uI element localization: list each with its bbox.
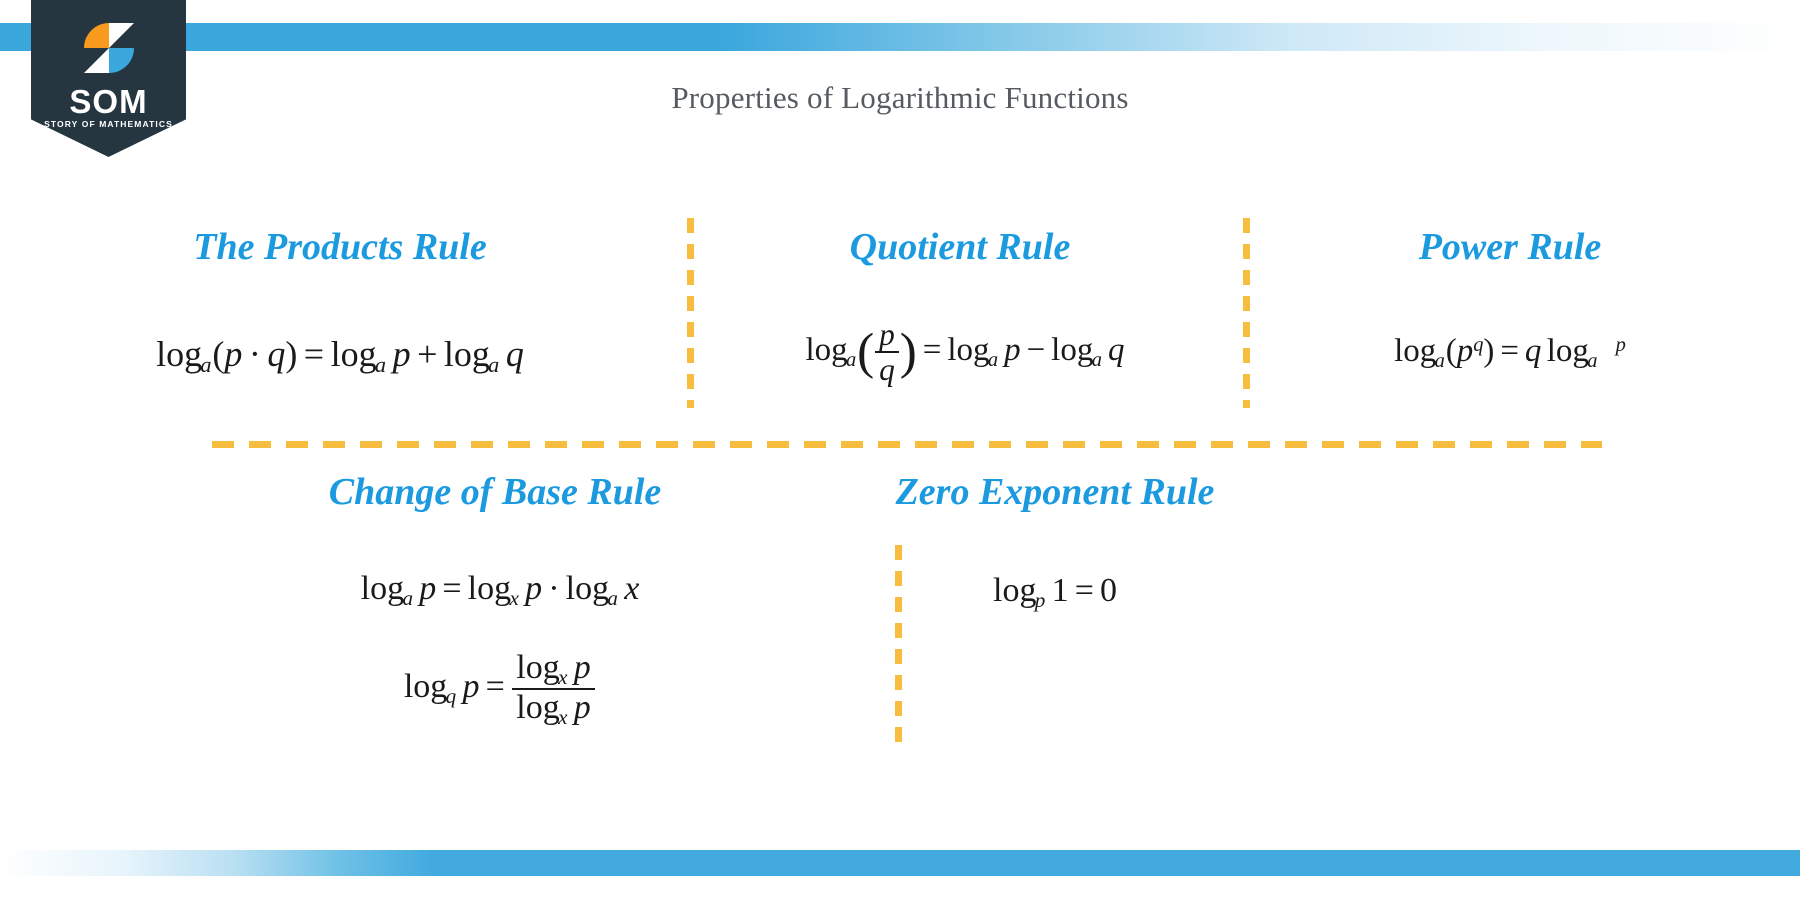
log-token: log xyxy=(1546,333,1589,369)
equals-operator: = xyxy=(303,334,325,374)
log-base: a xyxy=(200,352,212,378)
log-token: log xyxy=(565,570,610,607)
log-token: log xyxy=(805,331,848,368)
plus-operator: + xyxy=(417,334,438,374)
fraction-p-over-q: pq xyxy=(875,317,899,386)
paren-close: ) xyxy=(285,334,298,374)
equals-operator: = xyxy=(442,570,462,607)
log-base: x xyxy=(509,585,519,610)
log-base: a xyxy=(1091,348,1102,371)
power-rule-formula: loga(pq) = q logap xyxy=(1255,333,1765,373)
bottom-accent-bar xyxy=(0,850,1800,876)
log-base: q xyxy=(445,683,457,708)
log-base: a xyxy=(607,585,618,610)
log-token: log xyxy=(516,649,560,686)
log-token: log xyxy=(156,334,203,374)
som-logo-badge: SOM STORY OF MATHEMATICS xyxy=(31,0,186,157)
operand-p: p xyxy=(1456,333,1474,369)
log-token: log xyxy=(1394,333,1437,369)
log-token: log xyxy=(993,572,1037,609)
log-token: log xyxy=(330,334,377,374)
operand-q: q xyxy=(1108,331,1125,368)
log-token: log xyxy=(443,334,490,374)
log-base: x xyxy=(558,664,568,689)
operand-p: p xyxy=(392,334,411,374)
log-base: x xyxy=(558,705,568,730)
log-token: log xyxy=(516,689,560,727)
operand-p: p xyxy=(419,570,437,607)
exponent-q: q xyxy=(1473,333,1484,356)
coefficient-q: q xyxy=(1524,333,1542,369)
fraction-numerator: logx p xyxy=(512,649,595,689)
log-base: p xyxy=(1034,587,1046,612)
log-base: a xyxy=(488,352,500,378)
log-base: a xyxy=(1587,349,1598,372)
vertical-divider-2 xyxy=(1243,218,1250,408)
horizontal-divider xyxy=(212,441,1602,448)
products-rule-formula: loga(p · q) = loga p + loga q xyxy=(60,333,620,378)
zero-exponent-rule-heading: Zero Exponent Rule xyxy=(895,471,1215,513)
products-rule-heading: The Products Rule xyxy=(193,226,487,268)
power-rule-heading: Power Rule xyxy=(1418,226,1602,268)
equals-operator: = xyxy=(485,668,505,706)
equals-operator: = xyxy=(1500,333,1519,369)
operand-q: q xyxy=(505,334,524,374)
operand-p: p xyxy=(224,334,243,374)
operand-p: p xyxy=(573,689,591,727)
operand-x: x xyxy=(624,570,640,607)
logo-wordmark: SOM xyxy=(69,83,148,120)
log-base: a xyxy=(987,348,999,371)
top-accent-bar xyxy=(0,23,1800,51)
paren-open: ( xyxy=(1445,333,1457,369)
operand-p: p xyxy=(1615,333,1626,356)
change-of-base-rule-heading: Change of Base Rule xyxy=(328,471,662,513)
minus-operator: − xyxy=(1026,331,1046,368)
fraction-denominator: logx p xyxy=(512,688,595,728)
operand-p: p xyxy=(1004,331,1021,368)
log-token: log xyxy=(403,668,448,706)
multiply-operator: · xyxy=(248,334,261,374)
vertical-divider-1 xyxy=(687,218,694,408)
equals-operator: = xyxy=(1074,572,1094,609)
operand-q: q xyxy=(267,334,286,374)
som-logo-mark-icon xyxy=(83,23,134,73)
paren-close: ) xyxy=(899,322,917,380)
fraction-log-over-log: logx p logx p xyxy=(512,649,595,728)
equals-operator: = xyxy=(922,331,942,368)
result-zero: 0 xyxy=(1100,572,1117,609)
change-of-base-formula-1: loga p = logx p · loga x xyxy=(230,570,770,611)
page-title: Properties of Logarithmic Functions xyxy=(671,80,1129,115)
log-token: log xyxy=(1051,331,1094,368)
fraction-denominator: q xyxy=(875,351,899,386)
log-base: a xyxy=(1434,349,1445,372)
logo-tagline: STORY OF MATHEMATICS xyxy=(44,119,173,129)
operand-p: p xyxy=(462,668,480,706)
fraction-numerator: p xyxy=(879,317,895,352)
log-token: log xyxy=(360,570,405,607)
log-base: a xyxy=(402,585,413,610)
operand-p: p xyxy=(525,570,543,607)
log-token: log xyxy=(947,331,990,368)
paren-open: ( xyxy=(857,322,875,380)
operand-one: 1 xyxy=(1051,572,1069,609)
change-of-base-formula-2: logq p = logx p logx p xyxy=(230,649,770,728)
zero-exponent-rule-formula: logp 1 = 0 xyxy=(810,572,1300,613)
log-base: a xyxy=(374,352,386,378)
paren-open: ( xyxy=(212,334,225,374)
paren-close: ) xyxy=(1483,333,1495,369)
operand-p: p xyxy=(573,649,591,686)
log-base: a xyxy=(846,348,857,371)
log-token: log xyxy=(467,570,512,607)
quotient-rule-heading: Quotient Rule xyxy=(849,226,1071,268)
multiply-operator: · xyxy=(548,570,560,607)
quotient-rule-formula: loga(p q) = loga p − loga q xyxy=(700,317,1230,387)
